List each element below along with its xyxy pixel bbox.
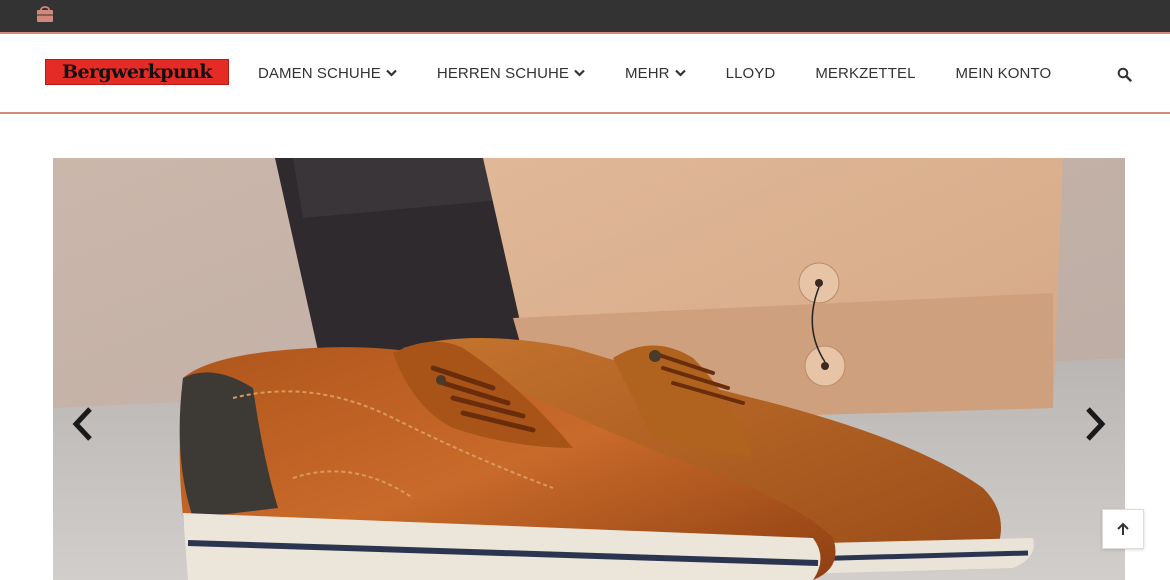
nav-item-lloyd[interactable]: LLOYD: [726, 65, 776, 82]
chevron-left-icon[interactable]: [70, 406, 96, 442]
nav-item-label: MEIN KONTO: [955, 64, 1052, 82]
chevron-down-icon: [386, 69, 397, 77]
site-logo[interactable]: Bergwerkpunk: [45, 59, 229, 85]
nav-item-label: HERREN SCHUHE: [436, 64, 570, 82]
main-menu: DAMEN SCHUHE HERREN SCHUHE MEHR LLOYD ME…: [258, 34, 1091, 112]
brown-leather-shoes-photo: [53, 158, 1125, 580]
nav-item-label: LLOYD: [725, 64, 776, 82]
shopping-bag-icon[interactable]: [35, 4, 55, 24]
nav-item-label: MEHR: [625, 64, 670, 82]
main-navigation: Bergwerkpunk DAMEN SCHUHE HERREN SCHUHE …: [0, 34, 1170, 114]
chevron-down-icon: [574, 69, 585, 77]
hero-slider: [53, 158, 1125, 580]
chevron-right-icon[interactable]: [1082, 406, 1108, 442]
nav-item-merkzettel[interactable]: MERKZETTEL: [815, 65, 915, 82]
nav-item-herren-schuhe[interactable]: HERREN SCHUHE: [437, 65, 585, 82]
nav-item-mein-konto[interactable]: MEIN KONTO: [956, 65, 1052, 82]
chevron-down-icon: [674, 69, 686, 77]
logo-text: Bergwerkpunk: [62, 60, 213, 83]
arrow-up-icon: [1117, 522, 1129, 535]
top-bar: [0, 0, 1170, 34]
back-to-top-button[interactable]: [1102, 509, 1144, 549]
search-icon[interactable]: [1117, 67, 1132, 82]
nav-item-label: DAMEN SCHUHE: [258, 64, 381, 82]
nav-item-label: MERKZETTEL: [815, 64, 916, 82]
nav-item-damen-schuhe[interactable]: DAMEN SCHUHE: [258, 65, 397, 82]
nav-item-mehr[interactable]: MEHR: [625, 65, 686, 82]
